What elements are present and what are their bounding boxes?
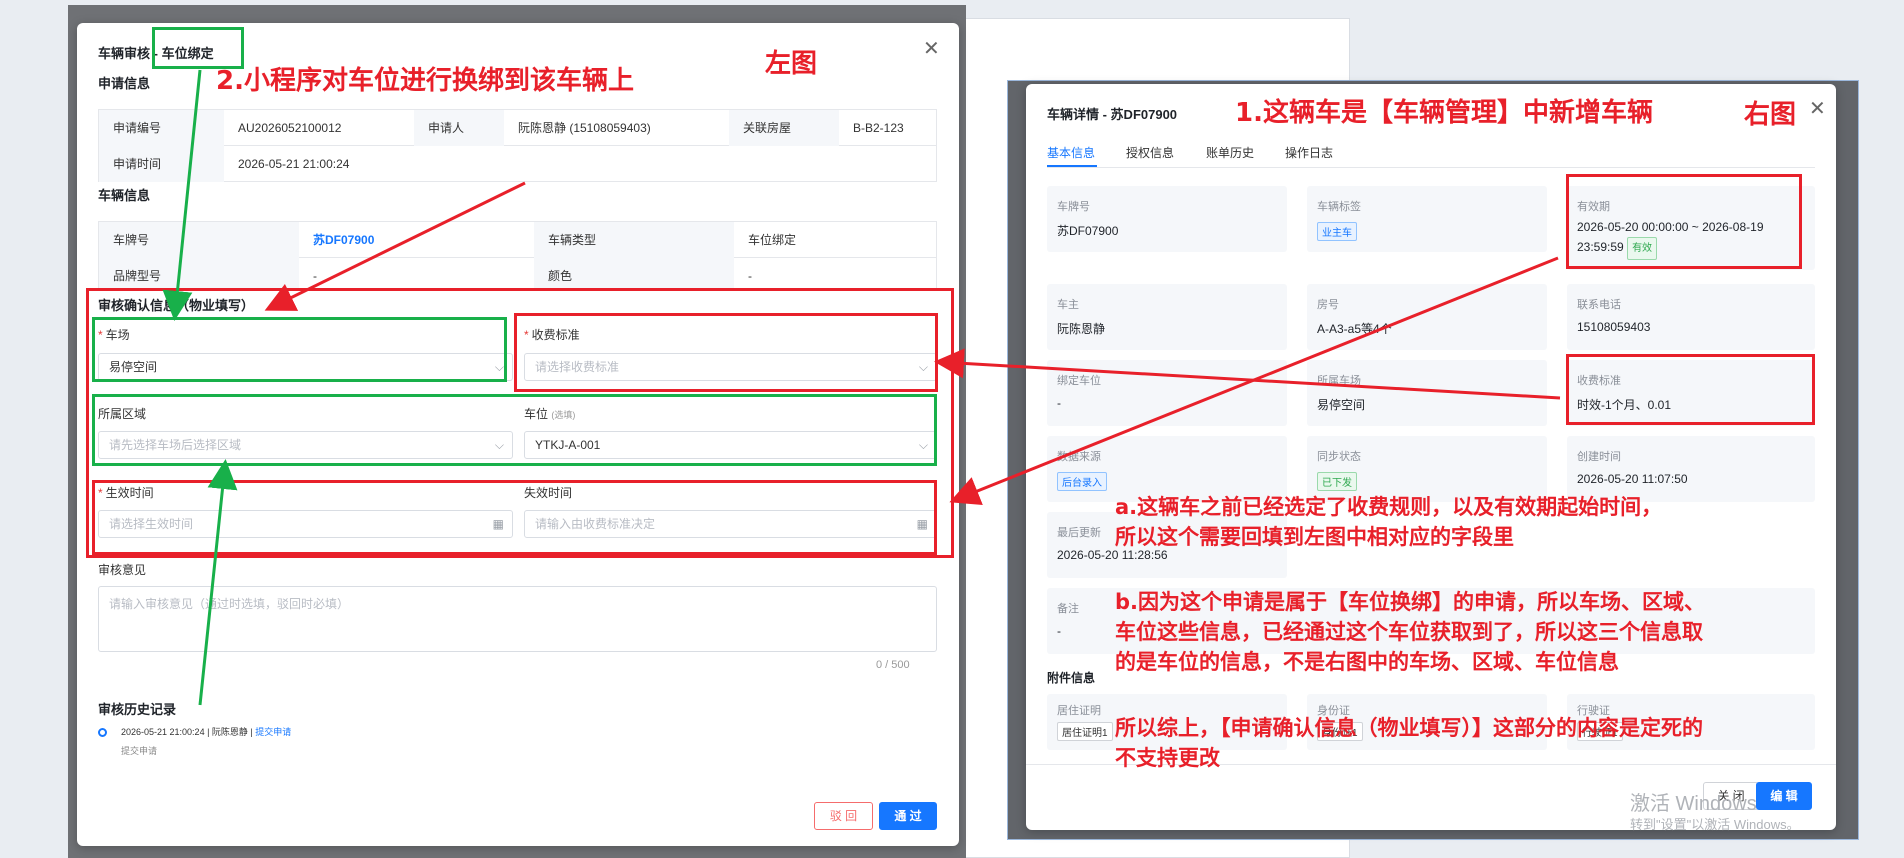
annotation-note-b: b.因为这个申请是属于【车位换绑】的申请，所以车场、区域、 车位这些信息，已经通… — [1115, 587, 1705, 677]
annotation-note-b-line2: 车位这些信息，已经通过这个车位获取到了，所以这三个信息取 — [1115, 620, 1703, 644]
annotation-note-c-line1: 所以综上，【申请确认信息（物业填写）】这部分的内容是定死的 — [1115, 716, 1703, 740]
annotation-note-a-line2: 所以这个需要回填到左图中相对应的字段里 — [1115, 525, 1514, 549]
annotation-note-b-line1: b.因为这个申请是属于【车位换绑】的申请，所以车场、区域、 — [1115, 590, 1706, 614]
annotation-note-2: 2.小程序对车位进行换绑到该车辆上 — [216, 66, 634, 96]
annotation-note-a: a.这辆车之前已经选定了收费规则，以及有效期起始时间， 所以这个需要回填到左图中… — [1115, 492, 1662, 552]
annotation-note-c: 所以综上，【申请确认信息（物业填写）】这部分的内容是定死的 不支持更改 — [1115, 713, 1703, 773]
annotation-note-b-line3: 的是车位的信息，不是右图中的车场、区域、车位信息 — [1115, 650, 1619, 674]
annotation-note-a-line1: a.这辆车之前已经选定了收费规则，以及有效期起始时间， — [1115, 495, 1663, 519]
arrow-green-from-history — [198, 459, 238, 706]
annotation-note-1: 1.这辆车是【车辆管理】中新增车辆 — [1235, 98, 1653, 128]
arrow-red-validity — [949, 256, 1559, 505]
arrow-green-to-lot — [162, 69, 202, 321]
annotation-left-tag: 左图 — [765, 49, 818, 79]
arrow-red-to-confirm — [264, 181, 526, 311]
annotation-note-c-line2: 不支持更改 — [1115, 746, 1220, 770]
annotation-right-tag: 右图 — [1744, 100, 1797, 130]
